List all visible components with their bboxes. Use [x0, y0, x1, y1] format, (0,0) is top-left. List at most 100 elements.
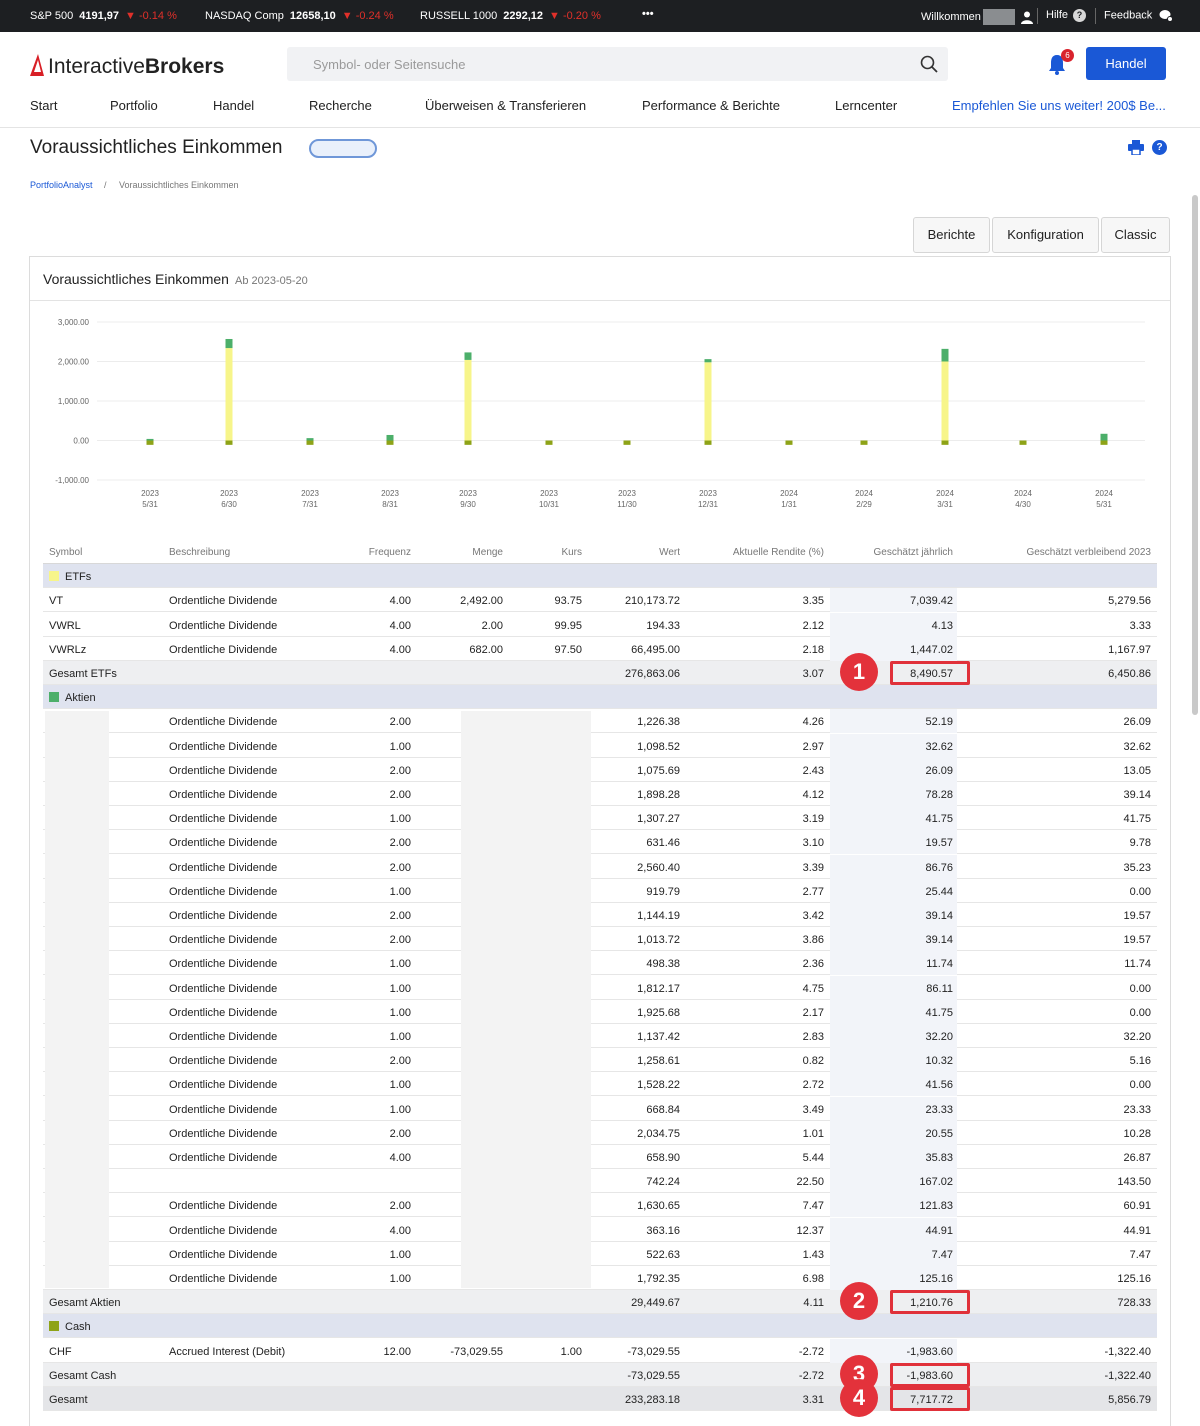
frequency-cell: 2.00: [389, 861, 411, 874]
value-cell: 363.16: [646, 1224, 680, 1237]
ticker-more-button[interactable]: •••: [642, 8, 654, 20]
yield-cell: 4.12: [802, 789, 824, 801]
bar-etfs: [704, 362, 712, 441]
x-tick-label: 2024: [1095, 489, 1113, 498]
frequency-cell: 2.00: [389, 1127, 411, 1140]
frequency-cell: 2.00: [389, 934, 411, 947]
description-cell: Ordentliche Dividende: [169, 1127, 278, 1140]
bar-cash: [1100, 440, 1108, 445]
estimated-remaining-cell: 0.00: [1129, 1006, 1151, 1019]
page-title: Voraussichtliches Einkommen: [30, 137, 283, 158]
frequency-cell: 1.00: [389, 740, 411, 753]
estimated-remaining-cell: 26.09: [1123, 716, 1151, 729]
nav-learning-center[interactable]: Lerncenter: [835, 98, 897, 113]
nav-portfolio[interactable]: Portfolio: [110, 98, 158, 113]
value-cell: 1,898.28: [637, 789, 680, 801]
column-header: Kurs: [561, 547, 582, 558]
bar-aktien: [1100, 433, 1108, 441]
highlight-box: [890, 661, 970, 685]
yield-cell: 2.17: [802, 1006, 824, 1019]
table-row: Ordentliche Dividende 2.00 1,013.72 3.86 39.…: [43, 927, 1157, 952]
y-tick-label: 0.00: [73, 437, 89, 446]
estimated-annual-cell: 39.14: [925, 934, 953, 947]
nav-transfer[interactable]: Überweisen & Transferieren: [425, 98, 586, 113]
yield-cell: 3.35: [802, 595, 824, 608]
search-icon[interactable]: [920, 55, 938, 73]
print-icon[interactable]: [1128, 140, 1144, 155]
panel-title: Voraussichtliches Einkommen Ab 2023-05-20: [43, 271, 308, 287]
yield-cell: 3.86: [802, 934, 824, 947]
logo-mark-icon: [30, 54, 44, 76]
estimated-remaining-cell: 7.47: [1129, 1248, 1151, 1261]
group-name: Aktien: [65, 692, 96, 705]
estimated-annual-cell: 52.19: [925, 716, 953, 729]
x-tick-label: 10/31: [539, 500, 560, 509]
nav-research[interactable]: Recherche: [309, 98, 372, 113]
value-cell: 1,144.19: [637, 910, 680, 922]
estimated-annual-cell: 19.57: [925, 837, 953, 850]
yield-cell: 1.01: [802, 1127, 824, 1140]
description-cell: Ordentliche Dividende: [169, 837, 278, 850]
page-scrollbar[interactable]: [1192, 195, 1198, 715]
yield-cell: 22.50: [796, 1176, 824, 1189]
nav-performance-reports[interactable]: Performance & Berichte: [642, 98, 780, 113]
ticker-sp500[interactable]: S&P 500 4191,97 ▼ -0.14 %: [30, 10, 177, 22]
x-tick-label: 8/31: [382, 500, 398, 509]
nav-trade[interactable]: Handel: [213, 98, 254, 113]
group-row-stocks: Aktien: [43, 685, 1157, 710]
column-header: Geschätzt jährlich: [873, 547, 953, 558]
bar-cash: [545, 440, 553, 445]
description-cell: Accrued Interest (Debit): [169, 1345, 286, 1358]
frequency-cell: 12.00: [383, 1345, 411, 1358]
frequency-cell: 1.00: [389, 1006, 411, 1019]
nav-referral-promo[interactable]: Empfehlen Sie uns weiter! 200$ Be...: [952, 98, 1166, 113]
estimated-remaining-cell: 5,856.79: [1108, 1394, 1151, 1406]
estimated-annual-cell: 167.02: [919, 1176, 953, 1189]
configuration-button[interactable]: Konfiguration: [992, 217, 1099, 253]
bar-cash: [785, 440, 793, 445]
breadcrumb-portfolioanalyst[interactable]: PortfolioAnalyst: [30, 180, 93, 190]
column-header: Wert: [659, 547, 680, 558]
x-tick-label: 3/31: [937, 500, 953, 509]
price-cell: 99.95: [554, 619, 582, 632]
frequency-cell: 1.00: [389, 1031, 411, 1043]
nav-start[interactable]: Start: [30, 98, 57, 113]
account-selector-pill[interactable]: [309, 139, 377, 158]
trade-button[interactable]: Handel: [1086, 47, 1166, 80]
reports-button[interactable]: Berichte: [913, 217, 990, 253]
x-tick-label: 4/30: [1015, 500, 1031, 509]
frequency-cell: 1.00: [389, 958, 411, 971]
x-tick-label: 9/30: [460, 500, 476, 509]
x-tick-label: 2023: [618, 489, 636, 498]
search-input[interactable]: Symbol- oder Seitensuche: [287, 47, 948, 81]
ticker-russell[interactable]: RUSSELL 1000 2292,12 ▼ -0.20 %: [420, 10, 601, 22]
frequency-cell: 4.00: [389, 1224, 411, 1237]
annotation-marker: 1: [840, 653, 878, 691]
frequency-cell: 4.00: [389, 643, 411, 656]
help-icon[interactable]: ?: [1152, 140, 1167, 155]
description-cell: Ordentliche Dividende: [169, 813, 278, 826]
x-tick-label: 2024: [936, 489, 954, 498]
description-cell: Ordentliche Dividende: [169, 764, 278, 777]
yield-cell: -2.72: [798, 1345, 824, 1358]
estimated-annual-cell: 41.75: [925, 1006, 953, 1019]
ticker-nasdaq[interactable]: NASDAQ Comp 12658,10 ▼ -0.24 %: [205, 10, 394, 22]
estimated-annual-cell: 25.44: [925, 885, 953, 898]
feedback-link[interactable]: Feedback: [1104, 9, 1174, 22]
table-row: Ordentliche Dividende 2.00 1,258.61 0.82 10.…: [43, 1048, 1157, 1073]
classic-button[interactable]: Classic: [1101, 217, 1170, 253]
x-tick-label: 7/31: [302, 500, 318, 509]
estimated-remaining-cell: 0.00: [1129, 982, 1151, 995]
username-redacted: [982, 9, 1015, 25]
x-tick-label: 2024: [855, 489, 873, 498]
help-link[interactable]: Hilfe?: [1046, 9, 1087, 22]
bar-cash: [146, 440, 154, 445]
welcome-user[interactable]: Willkommen: [921, 9, 1034, 25]
description-cell: Ordentliche Dividende: [169, 1273, 278, 1285]
estimated-annual-cell: 41.56: [925, 1079, 953, 1092]
group-row-etfs: ETFs: [43, 564, 1157, 589]
value-cell: 1,630.65: [637, 1200, 680, 1213]
yield-cell: -2.72: [798, 1369, 824, 1382]
yield-cell: 2.72: [802, 1079, 824, 1092]
interactive-brokers-logo[interactable]: InteractiveBrokers: [30, 54, 224, 79]
